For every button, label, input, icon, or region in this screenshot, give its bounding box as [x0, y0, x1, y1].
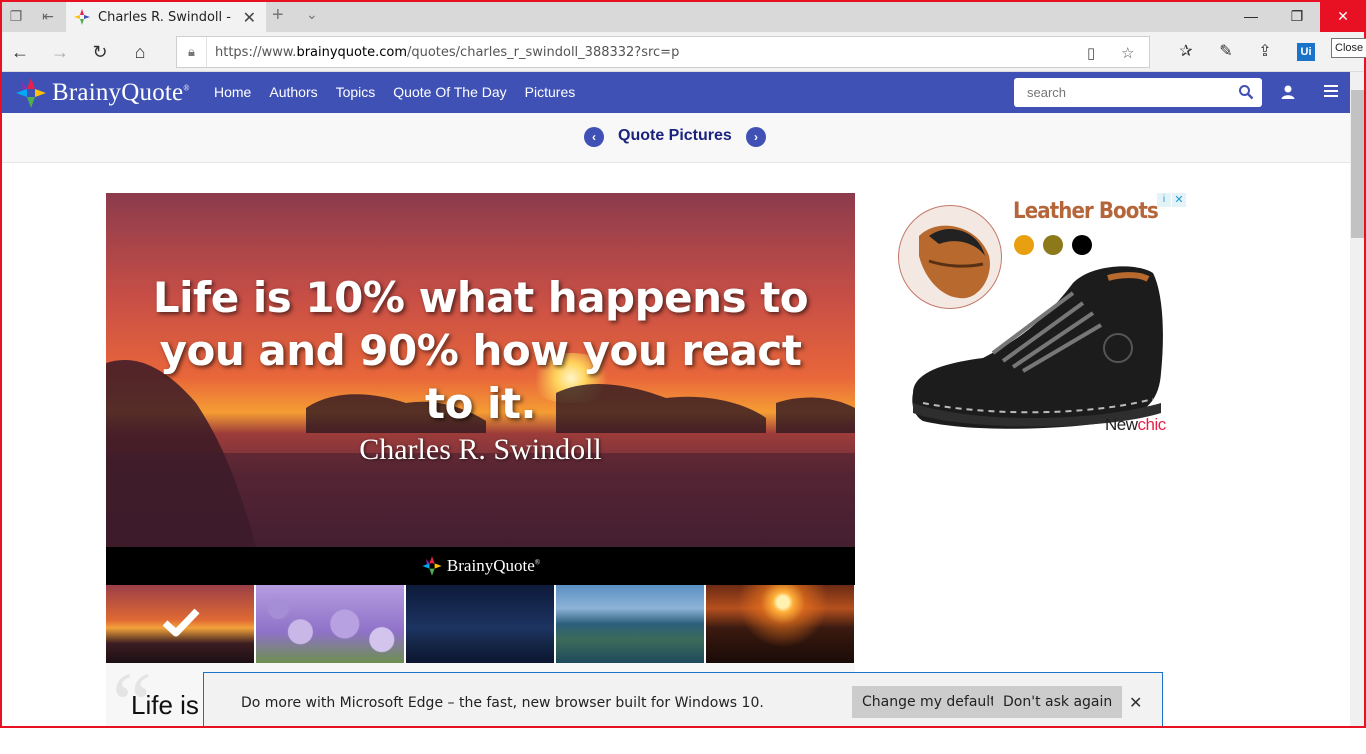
refresh-icon[interactable]: ↻	[88, 40, 112, 64]
ad-brand: Newchic	[1105, 415, 1166, 434]
tab-bar: ❐ ⇤ Charles R. Swindoll - Life ✕ + ⌄ — ❐…	[0, 0, 1366, 32]
quote-text[interactable]: Life is	[131, 690, 199, 721]
forward-icon[interactable]: →	[48, 40, 72, 64]
advertisement[interactable]: Leather Boots Newchic i ✕	[895, 193, 1186, 441]
logo-icon	[16, 78, 46, 108]
tab-preview-icon[interactable]: ❐	[6, 6, 26, 26]
user-icon[interactable]	[1280, 84, 1296, 100]
thumbnail-night-sky[interactable]	[406, 585, 554, 663]
color-swatch-olive	[1043, 235, 1063, 255]
ad-title: Leather Boots	[1013, 199, 1159, 224]
site-navbar: BrainyQuote® Home Authors Topics Quote O…	[0, 72, 1350, 113]
restore-button[interactable]: ❐	[1274, 0, 1320, 32]
quote-picture-footer: BrainyQuote®	[106, 547, 855, 585]
next-arrow-icon[interactable]: ›	[746, 127, 766, 147]
tab-active[interactable]: Charles R. Swindoll - Life ✕	[66, 2, 266, 32]
new-tab-icon[interactable]: +	[272, 4, 284, 27]
notification-message: Do more with Microsoft Edge – the fast, …	[241, 695, 764, 711]
minimize-button[interactable]: —	[1228, 0, 1274, 32]
notification-close-icon[interactable]: ✕	[1129, 693, 1142, 713]
share-icon[interactable]: ⇪	[1253, 40, 1277, 64]
boot-product-image	[912, 266, 1163, 429]
dont-ask-again-button[interactable]: Don't ask again	[993, 686, 1123, 718]
search-input[interactable]	[1027, 85, 1227, 100]
nav-topics[interactable]: Topics	[336, 84, 376, 100]
checkmark-icon	[162, 608, 200, 637]
brainyquote-favicon	[74, 9, 90, 25]
ad-close-icon[interactable]: ✕	[1172, 193, 1186, 207]
tab-title: Charles R. Swindoll - Life	[98, 9, 233, 25]
hamburger-menu-icon[interactable]	[1324, 85, 1338, 97]
search-icon[interactable]	[1238, 84, 1254, 100]
quote-pictures-header: ‹ Quote Pictures ›	[0, 113, 1350, 163]
main-menu: Home Authors Topics Quote Of The Day Pic…	[214, 84, 593, 100]
lock-icon: 🔒︎	[177, 37, 207, 67]
picture-thumbnails	[106, 585, 855, 663]
color-swatch-black	[1072, 235, 1092, 255]
address-bar[interactable]: 🔒︎ https://www.brainyquote.com/quotes/ch…	[176, 36, 1150, 68]
color-swatch-amber	[1014, 235, 1034, 255]
edge-notification-bar: Do more with Microsoft Edge – the fast, …	[203, 672, 1163, 728]
brainyquote-logo[interactable]: BrainyQuote®	[14, 76, 190, 110]
thumbnail-purple-crocus[interactable]	[256, 585, 404, 663]
nav-quote-of-the-day[interactable]: Quote Of The Day	[393, 84, 506, 100]
nav-authors[interactable]: Authors	[269, 84, 317, 100]
nav-pictures[interactable]: Pictures	[525, 84, 576, 100]
tab-close-icon[interactable]: ✕	[243, 8, 256, 28]
close-tooltip: Close	[1331, 38, 1366, 58]
back-icon[interactable]: ←	[8, 40, 32, 64]
thumbnail-coastal-cliffs[interactable]	[556, 585, 704, 663]
scrollbar-thumb[interactable]	[1351, 90, 1364, 238]
extension-icon[interactable]: Ui	[1297, 43, 1315, 61]
footer-logo-text: BrainyQuote®	[446, 556, 541, 575]
chevron-down-icon[interactable]: ⌄	[306, 6, 318, 23]
close-window-button[interactable]: ✕	[1320, 0, 1366, 32]
page-title: Quote Pictures	[618, 127, 732, 144]
favorite-star-icon[interactable]: ☆	[1121, 44, 1134, 62]
thumbnail-orange-sunset[interactable]	[706, 585, 854, 663]
home-icon[interactable]: ⌂	[128, 40, 152, 64]
set-tabs-aside-icon[interactable]: ⇤	[38, 6, 58, 26]
url-text[interactable]: https://www.brainyquote.com/quotes/charl…	[207, 45, 679, 60]
reading-view-icon[interactable]: ▯	[1087, 44, 1095, 62]
previous-arrow-icon[interactable]: ‹	[584, 127, 604, 147]
thumbnail-sunset-coast[interactable]	[106, 585, 254, 663]
quote-image-author: Charles R. Swindoll	[359, 433, 602, 466]
footer-logo-icon	[422, 556, 442, 576]
nav-home[interactable]: Home	[214, 84, 251, 100]
favorites-icon[interactable]: ✰	[1174, 40, 1198, 64]
web-note-icon[interactable]: ✎	[1214, 40, 1238, 64]
quote-image-text: Life is 10% what happens to you and 90% …	[152, 273, 809, 428]
search-box	[1014, 78, 1262, 107]
logo-text: BrainyQuote®	[52, 79, 190, 106]
address-toolbar: ← → ↻ ⌂ 🔒︎ https://www.brainyquote.com/q…	[0, 32, 1366, 72]
change-default-button[interactable]: Change my default	[852, 686, 1006, 718]
quote-picture[interactable]: Life is 10% what happens to you and 90% …	[106, 193, 855, 547]
ad-info-icon[interactable]: i	[1157, 193, 1171, 207]
